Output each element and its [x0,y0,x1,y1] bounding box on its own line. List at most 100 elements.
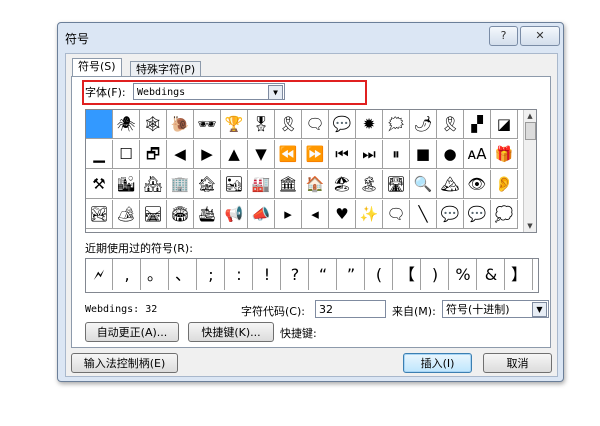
symbol-cell[interactable]: 🏢 [167,170,194,199]
symbol-cell[interactable]: ◂ [302,200,329,229]
font-select[interactable]: Webdings ▼ [133,83,285,100]
scroll-down-icon[interactable]: ▼ [524,220,536,232]
help-icon: ? [500,29,507,42]
symbol-cell[interactable]: 🏭 [248,170,275,199]
ime-handle-button[interactable]: 输入法控制柄(E) [71,353,178,373]
symbol-cell[interactable]: 🎗 [437,110,464,139]
symbol-cell[interactable]: 🏕 [113,200,140,229]
symbol-cell[interactable]: 💬 [329,110,356,139]
symbol-cell[interactable]: ⏪ [275,140,302,169]
symbol-cell[interactable]: ✨ [356,200,383,229]
recent-symbol-cell[interactable]: ! [254,259,281,290]
symbol-cell[interactable]: ▶ [194,140,221,169]
symbol-cell[interactable]: ▼ [248,140,275,169]
recent-symbol-cell[interactable]: 【 [394,259,421,290]
recent-symbol-cell[interactable]: 🗲 [86,259,113,290]
char-code-label: 字符代码(C): [241,305,305,318]
symbol-cell[interactable]: ● [437,140,464,169]
symbol-cell[interactable]: 🌶 [410,110,437,139]
recent-symbol-cell[interactable]: & [478,259,505,290]
symbol-cell[interactable] [86,110,113,139]
insert-button[interactable]: 插入(I) [403,353,472,373]
help-button[interactable]: ? [489,26,518,46]
symbol-cell[interactable]: 🕷 [113,110,140,139]
recent-symbol-cell[interactable]: : [226,259,253,290]
chevron-down-icon[interactable]: ▼ [268,85,283,100]
symbol-cell[interactable]: ⏩ [302,140,329,169]
symbol-cell[interactable]: 🏔 [437,170,464,199]
symbol-cell[interactable]: ⏮ [329,140,356,169]
recent-symbol-cell[interactable]: % [450,259,477,290]
symbol-cell[interactable]: 🗨 [383,200,410,229]
recent-symbol-cell[interactable]: 、 [170,259,197,290]
symbol-cell[interactable]: 🛳 [194,200,221,229]
recent-symbol-cell[interactable]: “ [310,259,337,290]
symbol-cell[interactable]: ▸ [275,200,302,229]
symbol-cell[interactable]: 🎁 [491,140,518,169]
symbol-cell[interactable]: ✹ [356,110,383,139]
symbol-cell[interactable]: ♥ [329,200,356,229]
symbol-cell[interactable]: ◪ [491,110,518,139]
cancel-button[interactable]: 取消 [483,353,552,373]
shortcut-key-button[interactable]: 快捷键(K)... [188,322,274,342]
symbol-cell[interactable]: 👂 [491,170,518,199]
symbol-cell[interactable]: 🐌 [167,110,194,139]
recent-symbol-cell[interactable]: , [114,259,141,290]
chevron-down-icon[interactable]: ▼ [532,302,547,317]
close-button[interactable]: ✕ [520,26,560,46]
symbol-cell[interactable]: 🏜 [221,170,248,199]
symbol-cell[interactable]: ▁ [86,140,113,169]
scroll-thumb[interactable] [525,122,536,140]
symbol-cell[interactable]: ᴀA [464,140,491,169]
title-bar: 符号 ? ✕ [58,23,563,49]
symbol-cell[interactable]: 💬 [437,200,464,229]
symbol-cell[interactable]: 🕶 [194,110,221,139]
symbol-cell[interactable]: 🏘 [140,170,167,199]
tab-symbols[interactable]: 符号(S) [72,58,122,78]
symbol-cell[interactable]: 🏚 [194,170,221,199]
symbol-cell[interactable]: ☐ [113,140,140,169]
from-select[interactable]: 符号(十进制) ▼ [442,300,549,318]
symbol-cell[interactable]: 🏟 [167,200,194,229]
symbol-cell[interactable]: 🏞 [86,200,113,229]
symbol-cell[interactable]: 💬 [464,200,491,229]
symbol-cell[interactable]: 🎖 [248,110,275,139]
recent-symbol-cell[interactable]: 】 [506,259,533,290]
symbol-cell[interactable]: 📢 [221,200,248,229]
symbol-cell[interactable]: 🗗 [140,140,167,169]
recent-symbol-cell[interactable]: ( [366,259,393,290]
recent-symbol-cell[interactable]: ? [282,259,309,290]
symbol-cell[interactable]: ⏭ [356,140,383,169]
symbol-cell[interactable]: 🔍 [410,170,437,199]
symbol-cell[interactable]: 👁 [464,170,491,199]
symbol-cell[interactable]: 🛤 [140,200,167,229]
autocorrect-button[interactable]: 自动更正(A)... [85,322,179,342]
recent-symbol-cell[interactable]: ” [338,259,365,290]
symbol-cell[interactable]: ▞ [464,110,491,139]
symbol-cell[interactable]: 🏙 [113,170,140,199]
symbol-cell[interactable]: 🏝 [356,170,383,199]
symbol-cell[interactable]: ⏸ [383,140,410,169]
symbol-cell[interactable]: 🛣 [383,170,410,199]
symbol-cell[interactable]: ■ [410,140,437,169]
symbol-cell[interactable]: 📣 [248,200,275,229]
recent-symbol-cell[interactable]: ) [422,259,449,290]
symbol-cell[interactable]: 🏖 [329,170,356,199]
char-code-input[interactable]: 32 [315,300,386,318]
symbol-cell[interactable]: ◀ [167,140,194,169]
recent-symbol-cell[interactable]: 。 [142,259,169,290]
recent-symbol-cell[interactable]: ; [198,259,225,290]
symbol-cell[interactable]: 🎗 [275,110,302,139]
scroll-up-icon[interactable]: ▲ [524,110,536,122]
symbol-cell[interactable]: 🏆 [221,110,248,139]
symbol-cell[interactable]: 🏛 [275,170,302,199]
symbol-cell[interactable]: 🗯 [383,110,410,139]
symbol-cell[interactable]: 💭 [491,200,518,229]
symbol-cell[interactable]: ⚒ [86,170,113,199]
symbol-cell[interactable]: 🏠 [302,170,329,199]
symbol-cell[interactable]: ╲ [410,200,437,229]
symbol-cell[interactable]: ▲ [221,140,248,169]
symbol-grid-scrollbar[interactable]: ▲ ▼ [523,110,536,232]
symbol-cell[interactable]: 🕸 [140,110,167,139]
symbol-cell[interactable]: 🗨 [302,110,329,139]
